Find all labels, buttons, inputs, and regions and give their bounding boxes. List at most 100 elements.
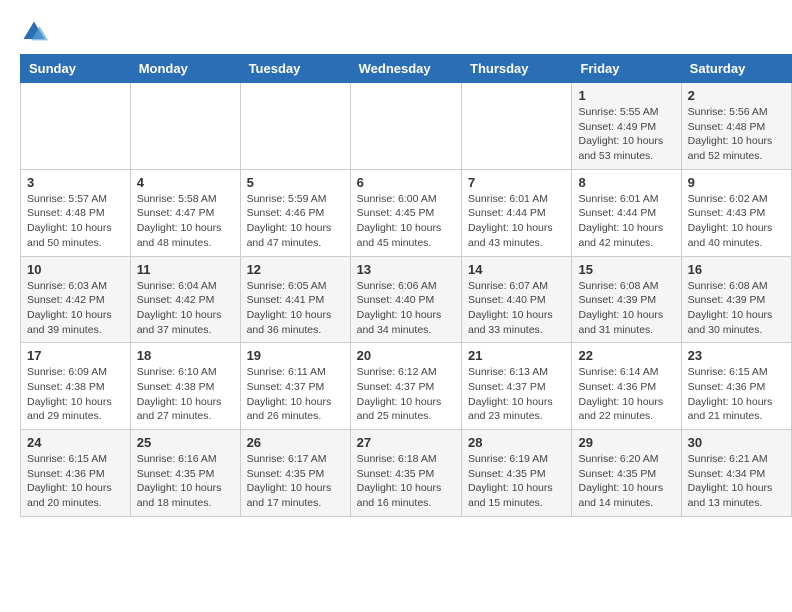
- calendar-cell: 14 Sunrise: 6:07 AMSunset: 4:40 PMDayligh…: [462, 256, 572, 343]
- calendar-cell: 30 Sunrise: 6:21 AMSunset: 4:34 PMDayligh…: [681, 430, 791, 517]
- calendar-cell: 23 Sunrise: 6:15 AMSunset: 4:36 PMDayligh…: [681, 343, 791, 430]
- calendar-cell: 20 Sunrise: 6:12 AMSunset: 4:37 PMDayligh…: [350, 343, 461, 430]
- day-info: Sunrise: 5:56 AMSunset: 4:48 PMDaylight:…: [688, 105, 785, 164]
- calendar-cell: 22Sunrise: 6:14 AMSunset: 4:36 PMDayligh…: [572, 343, 681, 430]
- day-number: 14: [468, 262, 565, 277]
- calendar-cell: 1 Sunrise: 5:55 AMSunset: 4:49 PMDaylight…: [572, 83, 681, 170]
- calendar-week-5: 24Sunrise: 6:15 AMSunset: 4:36 PMDayligh…: [21, 430, 792, 517]
- day-info: Sunrise: 6:16 AMSunset: 4:35 PMDaylight:…: [137, 452, 234, 511]
- day-number: 16: [688, 262, 785, 277]
- weekday-header-tuesday: Tuesday: [240, 55, 350, 83]
- day-info: Sunrise: 6:18 AMSunset: 4:35 PMDaylight:…: [357, 452, 455, 511]
- day-number: 21: [468, 348, 565, 363]
- calendar-cell: 6Sunrise: 6:00 AMSunset: 4:45 PMDaylight…: [350, 169, 461, 256]
- day-number: 17: [27, 348, 124, 363]
- calendar-table: SundayMondayTuesdayWednesdayThursdayFrid…: [20, 54, 792, 517]
- day-number: 15: [578, 262, 674, 277]
- weekday-header-thursday: Thursday: [462, 55, 572, 83]
- weekday-header-row: SundayMondayTuesdayWednesdayThursdayFrid…: [21, 55, 792, 83]
- day-number: 12: [247, 262, 344, 277]
- calendar-cell: 21 Sunrise: 6:13 AMSunset: 4:37 PMDayligh…: [462, 343, 572, 430]
- day-number: 22: [578, 348, 674, 363]
- calendar-cell: 16 Sunrise: 6:08 AMSunset: 4:39 PMDayligh…: [681, 256, 791, 343]
- calendar-cell: 5Sunrise: 5:59 AMSunset: 4:46 PMDaylight…: [240, 169, 350, 256]
- day-info: Sunrise: 5:58 AMSunset: 4:47 PMDaylight:…: [137, 192, 234, 251]
- day-info: Sunrise: 6:21 AMSunset: 4:34 PMDaylight:…: [688, 452, 785, 511]
- day-number: 13: [357, 262, 455, 277]
- calendar-cell: 9 Sunrise: 6:02 AMSunset: 4:43 PMDaylight…: [681, 169, 791, 256]
- day-number: 30: [688, 435, 785, 450]
- calendar-week-3: 10 Sunrise: 6:03 AMSunset: 4:42 PMDayligh…: [21, 256, 792, 343]
- weekday-header-wednesday: Wednesday: [350, 55, 461, 83]
- day-number: 1: [578, 88, 674, 103]
- day-info: Sunrise: 6:03 AMSunset: 4:42 PMDaylight:…: [27, 279, 124, 338]
- day-number: 23: [688, 348, 785, 363]
- day-number: 20: [357, 348, 455, 363]
- day-number: 8: [578, 175, 674, 190]
- day-info: Sunrise: 6:07 AMSunset: 4:40 PMDaylight:…: [468, 279, 565, 338]
- day-info: Sunrise: 6:06 AMSunset: 4:40 PMDaylight:…: [357, 279, 455, 338]
- calendar-week-1: 1 Sunrise: 5:55 AMSunset: 4:49 PMDaylight…: [21, 83, 792, 170]
- calendar-cell: [21, 83, 131, 170]
- day-info: Sunrise: 5:57 AMSunset: 4:48 PMDaylight:…: [27, 192, 124, 251]
- day-info: Sunrise: 6:01 AMSunset: 4:44 PMDaylight:…: [578, 192, 674, 251]
- day-info: Sunrise: 6:08 AMSunset: 4:39 PMDaylight:…: [578, 279, 674, 338]
- calendar-cell: 25 Sunrise: 6:16 AMSunset: 4:35 PMDayligh…: [130, 430, 240, 517]
- day-info: Sunrise: 6:15 AMSunset: 4:36 PMDaylight:…: [688, 365, 785, 424]
- calendar-body: 1 Sunrise: 5:55 AMSunset: 4:49 PMDaylight…: [21, 83, 792, 517]
- day-info: Sunrise: 6:19 AMSunset: 4:35 PMDaylight:…: [468, 452, 565, 511]
- day-info: Sunrise: 6:09 AMSunset: 4:38 PMDaylight:…: [27, 365, 124, 424]
- calendar-cell: [240, 83, 350, 170]
- calendar-cell: 26 Sunrise: 6:17 AMSunset: 4:35 PMDayligh…: [240, 430, 350, 517]
- day-info: Sunrise: 5:55 AMSunset: 4:49 PMDaylight:…: [578, 105, 674, 164]
- day-info: Sunrise: 6:01 AMSunset: 4:44 PMDaylight:…: [468, 192, 565, 251]
- calendar-cell: 27 Sunrise: 6:18 AMSunset: 4:35 PMDayligh…: [350, 430, 461, 517]
- day-info: Sunrise: 6:10 AMSunset: 4:38 PMDaylight:…: [137, 365, 234, 424]
- day-number: 9: [688, 175, 785, 190]
- day-info: Sunrise: 6:08 AMSunset: 4:39 PMDaylight:…: [688, 279, 785, 338]
- day-number: 28: [468, 435, 565, 450]
- day-number: 19: [247, 348, 344, 363]
- day-info: Sunrise: 6:02 AMSunset: 4:43 PMDaylight:…: [688, 192, 785, 251]
- day-number: 25: [137, 435, 234, 450]
- day-info: Sunrise: 6:00 AMSunset: 4:45 PMDaylight:…: [357, 192, 455, 251]
- day-info: Sunrise: 6:11 AMSunset: 4:37 PMDaylight:…: [247, 365, 344, 424]
- calendar-cell: 7 Sunrise: 6:01 AMSunset: 4:44 PMDaylight…: [462, 169, 572, 256]
- day-info: Sunrise: 6:15 AMSunset: 4:36 PMDaylight:…: [27, 452, 124, 511]
- logo-icon: [20, 18, 48, 46]
- calendar-header: SundayMondayTuesdayWednesdayThursdayFrid…: [21, 55, 792, 83]
- day-info: Sunrise: 6:12 AMSunset: 4:37 PMDaylight:…: [357, 365, 455, 424]
- calendar-cell: 4 Sunrise: 5:58 AMSunset: 4:47 PMDaylight…: [130, 169, 240, 256]
- day-info: Sunrise: 6:13 AMSunset: 4:37 PMDaylight:…: [468, 365, 565, 424]
- day-number: 3: [27, 175, 124, 190]
- day-info: Sunrise: 6:05 AMSunset: 4:41 PMDaylight:…: [247, 279, 344, 338]
- calendar-cell: 19 Sunrise: 6:11 AMSunset: 4:37 PMDayligh…: [240, 343, 350, 430]
- day-info: Sunrise: 5:59 AMSunset: 4:46 PMDaylight:…: [247, 192, 344, 251]
- day-number: 10: [27, 262, 124, 277]
- calendar-cell: [462, 83, 572, 170]
- day-info: Sunrise: 6:17 AMSunset: 4:35 PMDaylight:…: [247, 452, 344, 511]
- calendar-week-2: 3 Sunrise: 5:57 AMSunset: 4:48 PMDaylight…: [21, 169, 792, 256]
- logo: [20, 18, 52, 46]
- calendar-cell: 11Sunrise: 6:04 AMSunset: 4:42 PMDayligh…: [130, 256, 240, 343]
- page-header: [0, 0, 792, 54]
- calendar-cell: 15 Sunrise: 6:08 AMSunset: 4:39 PMDayligh…: [572, 256, 681, 343]
- calendar-cell: [350, 83, 461, 170]
- calendar-cell: 13 Sunrise: 6:06 AMSunset: 4:40 PMDayligh…: [350, 256, 461, 343]
- weekday-header-monday: Monday: [130, 55, 240, 83]
- weekday-header-saturday: Saturday: [681, 55, 791, 83]
- day-number: 7: [468, 175, 565, 190]
- calendar-cell: 28 Sunrise: 6:19 AMSunset: 4:35 PMDayligh…: [462, 430, 572, 517]
- day-info: Sunrise: 6:20 AMSunset: 4:35 PMDaylight:…: [578, 452, 674, 511]
- day-info: Sunrise: 6:04 AMSunset: 4:42 PMDaylight:…: [137, 279, 234, 338]
- calendar-container: SundayMondayTuesdayWednesdayThursdayFrid…: [0, 54, 792, 527]
- calendar-cell: 10 Sunrise: 6:03 AMSunset: 4:42 PMDayligh…: [21, 256, 131, 343]
- day-number: 27: [357, 435, 455, 450]
- weekday-header-friday: Friday: [572, 55, 681, 83]
- day-number: 4: [137, 175, 234, 190]
- calendar-cell: 3 Sunrise: 5:57 AMSunset: 4:48 PMDaylight…: [21, 169, 131, 256]
- calendar-cell: 17 Sunrise: 6:09 AMSunset: 4:38 PMDayligh…: [21, 343, 131, 430]
- day-number: 26: [247, 435, 344, 450]
- calendar-cell: 8 Sunrise: 6:01 AMSunset: 4:44 PMDaylight…: [572, 169, 681, 256]
- day-number: 2: [688, 88, 785, 103]
